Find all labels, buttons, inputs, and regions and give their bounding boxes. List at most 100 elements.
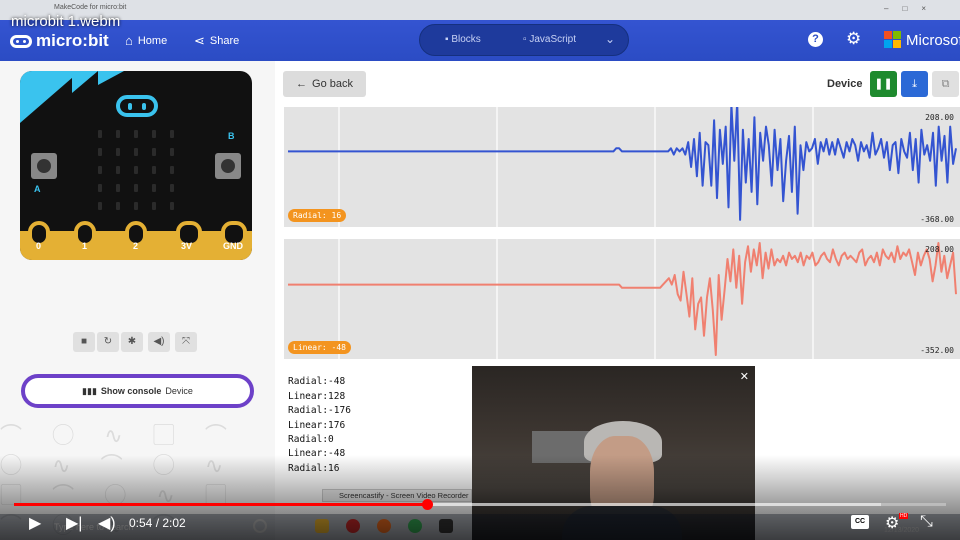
arrow-left-icon: ← [296, 78, 308, 90]
board-corner-decoration [72, 71, 98, 93]
mute-icon[interactable]: ◀) [148, 332, 170, 352]
console-line: Linear:128 [288, 390, 346, 402]
console-line: Linear:-48 [288, 448, 346, 460]
home-icon: ⌂ [125, 33, 133, 48]
radial-legend-badge: Radial: 16 [288, 209, 347, 222]
window-controls[interactable]: –□× [884, 4, 940, 13]
download-button[interactable]: ⤓ [901, 71, 928, 97]
progress-played [14, 503, 427, 506]
webcam-background-window [532, 431, 592, 463]
close-icon[interactable]: ✕ [740, 370, 749, 383]
y-max-label: 208.00 [925, 113, 954, 122]
pin-label: 0 [36, 241, 42, 251]
microbit-logo[interactable]: micro:bit [10, 31, 109, 51]
browser-title-bar: MakeCode for micro:bit –□× [0, 0, 960, 20]
logo-text: micro:bit [36, 31, 109, 50]
simulator-pane: A B 0 1 2 3V GND ■ ↻ ✱ ◀) ⤧ ▮▮▮ Show con… [0, 61, 275, 540]
pause-icon: ❚❚ [874, 78, 893, 90]
javascript-tab[interactable]: ▫ JavaScript [523, 34, 576, 45]
gear-icon[interactable]: ⚙ [885, 513, 899, 533]
home-label: Home [137, 34, 168, 47]
button-b[interactable] [215, 153, 241, 179]
pin-label: 3V [181, 241, 193, 251]
board-corner-decoration [20, 71, 80, 123]
pin-label: 1 [82, 241, 88, 251]
microbit-logo-icon [10, 34, 32, 48]
cortana-icon[interactable] [253, 519, 267, 533]
button-a-label: A [34, 184, 41, 194]
time-display: 0:54 / 2:02 [129, 516, 186, 530]
editor-toggle: ▪ Blocks ▫ JavaScript ⌄ [419, 24, 629, 56]
copy-icon: ⧉ [941, 78, 950, 90]
file-explorer-icon[interactable] [315, 519, 329, 533]
device-label: Device [827, 78, 863, 90]
go-back-label: Go back [312, 78, 353, 90]
pin-label: GND [223, 241, 243, 251]
blocks-label: Blocks [451, 34, 481, 45]
share-button[interactable]: ⋖ Share [194, 33, 239, 49]
share-label: Share [209, 35, 240, 47]
video-title[interactable]: microbit 1.webm [11, 13, 120, 30]
video-player[interactable]: MakeCode for micro:bit –□× micro:bit ⌂ Ho… [0, 0, 960, 540]
pause-button[interactable]: ❚❚ [870, 71, 897, 97]
console-line: Radial:16 [288, 462, 340, 474]
help-icon[interactable]: ? [808, 32, 823, 47]
download-icon: ⤓ [912, 78, 917, 90]
copy-button[interactable]: ⧉ [932, 71, 959, 97]
microbit-simulator[interactable]: A B 0 1 2 3V GND [20, 71, 252, 260]
show-console-label: Show console [100, 386, 162, 396]
go-back-button[interactable]: ← Go back [283, 71, 366, 97]
radial-chart: 208.00 -368.00 Radial: 16 [284, 107, 960, 227]
show-console-target: Device [165, 386, 193, 396]
button-a[interactable] [31, 153, 57, 179]
play-icon[interactable]: ▶ [29, 513, 41, 533]
restart-icon[interactable]: ↻ [97, 332, 119, 352]
linear-chart: 208.00 -352.00 Linear: -48 [284, 239, 960, 359]
led-matrix [91, 125, 181, 215]
bar-chart-icon: ▮▮▮ [82, 385, 97, 396]
linear-legend-badge: Linear: -48 [288, 341, 351, 354]
firefox-icon[interactable] [377, 519, 391, 533]
fullscreen-icon[interactable]: ⤧ [175, 332, 197, 352]
y-max-label: 208.00 [925, 245, 954, 254]
series-line-linear [288, 242, 957, 356]
debug-icon[interactable]: ✱ [121, 332, 143, 352]
screencastify-notification[interactable]: Screencastify - Screen Video Recorder is [322, 489, 472, 502]
pin-label: 2 [133, 241, 139, 251]
y-min-label: -352.00 [920, 346, 954, 355]
show-console-button[interactable]: ▮▮▮ Show console Device [21, 374, 254, 408]
share-icon: ⋖ [194, 33, 205, 48]
fullscreen-icon[interactable]: ⤡ [920, 513, 933, 531]
home-button[interactable]: ⌂ Home [125, 33, 167, 48]
series-line-radial [288, 107, 957, 221]
next-icon[interactable]: ▶| [66, 513, 82, 533]
hd-badge: HD [899, 513, 909, 519]
chrome-icon[interactable] [408, 519, 422, 533]
console-line: Radial:0 [288, 434, 334, 446]
progress-scrubber[interactable] [421, 499, 433, 510]
linear-chart-plot [288, 239, 957, 359]
makecode-header: micro:bit ⌂ Home ⋖ Share ▪ Blocks ▫ JavaSc… [0, 20, 960, 61]
volume-icon[interactable]: ◀) [98, 513, 116, 533]
radial-chart-plot [288, 107, 957, 227]
microsoft-logo-icon [884, 31, 901, 48]
console-line: Linear:176 [288, 419, 346, 431]
cc-button[interactable]: CC [851, 515, 869, 529]
face-logo-icon [116, 95, 158, 117]
board-corner-decoration [98, 71, 124, 85]
y-min-label: -368.00 [920, 215, 954, 224]
gear-icon[interactable]: ⚙ [846, 29, 861, 49]
app-icon[interactable] [346, 519, 360, 533]
chevron-down-icon[interactable]: ⌄ [605, 32, 615, 46]
serial-console-output[interactable]: Linear:64Radial:-48Linear:128Radial:-176… [288, 370, 472, 490]
javascript-label: JavaScript [529, 34, 577, 45]
browser-tab-title: MakeCode for micro:bit [54, 4, 127, 11]
console-line: Radial:-48 [288, 376, 346, 388]
microsoft-label: Microsoft [906, 32, 960, 49]
button-b-label: B [228, 131, 235, 141]
app-icon[interactable] [439, 519, 453, 533]
console-line: Radial:-176 [288, 405, 351, 417]
progress-bar[interactable] [14, 499, 946, 510]
blocks-tab[interactable]: ▪ Blocks [445, 34, 481, 45]
stop-icon[interactable]: ■ [73, 332, 95, 352]
